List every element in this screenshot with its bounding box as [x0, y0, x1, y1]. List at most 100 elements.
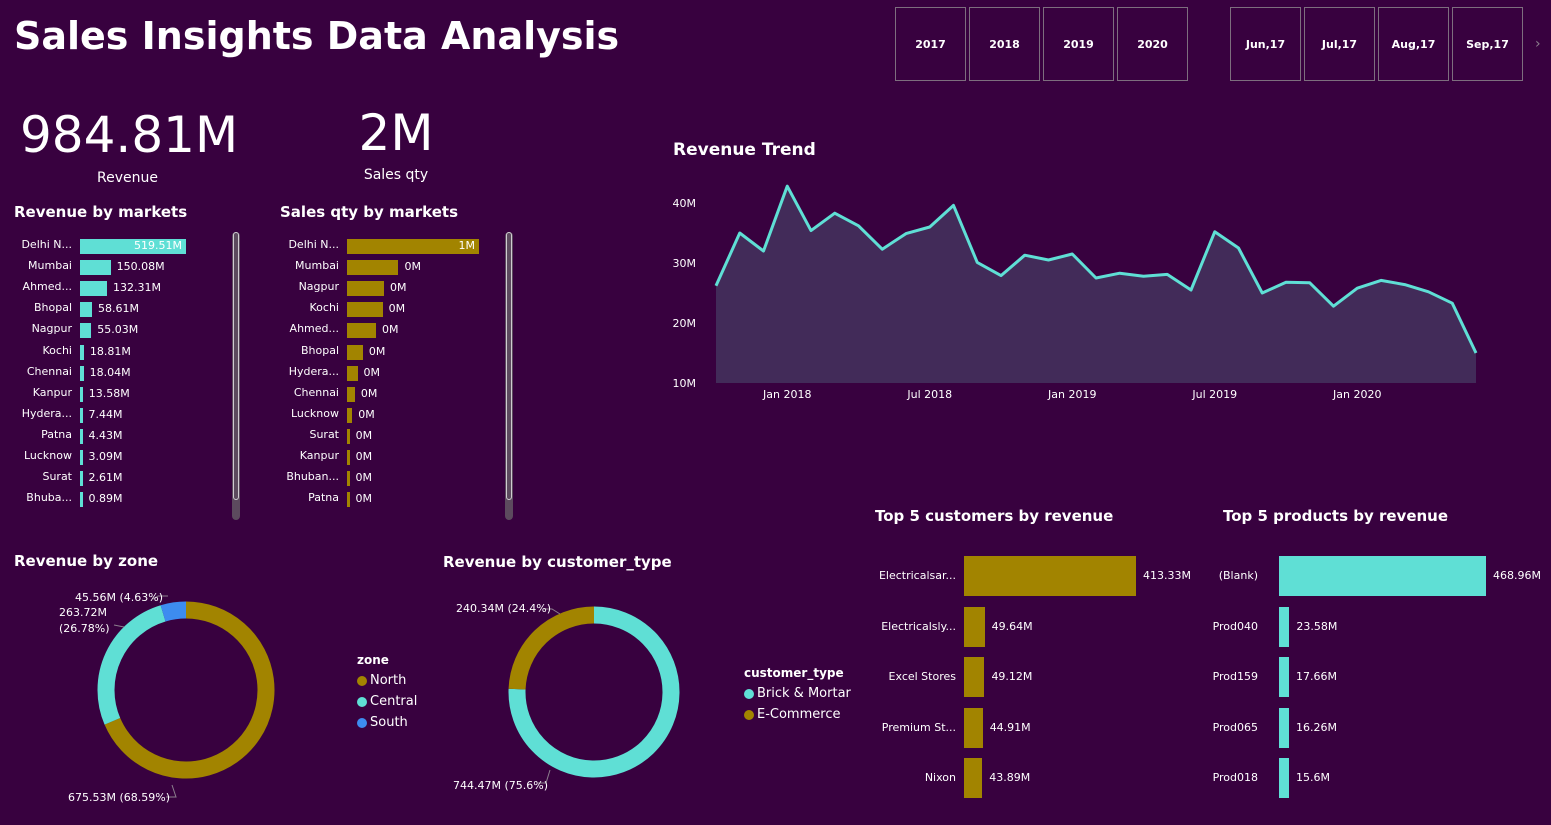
bar-value-label: 16.26M: [1296, 720, 1337, 734]
bar-row: Bhopal 58.61M: [0, 299, 240, 320]
bar-category-label: Kochi: [42, 343, 72, 357]
bar-category-label: Lucknow: [23, 449, 72, 462]
bar[interactable]: [347, 450, 350, 465]
bar-row: Surat 0M: [260, 426, 510, 447]
bar-value-label: 3.09M: [88, 450, 123, 463]
bar-row: Nagpur 0M: [260, 278, 510, 299]
bar-row: Bhuban... 0M: [260, 468, 510, 489]
bar-category-label: Surat: [42, 470, 72, 484]
bar[interactable]: [1279, 707, 1289, 748]
bar[interactable]: [347, 471, 350, 487]
bar[interactable]: [80, 302, 92, 318]
bar[interactable]: [964, 707, 983, 748]
bar-row: Surat 2.61M: [0, 468, 240, 489]
bar-category-label: Nagpur: [31, 322, 72, 336]
donut-slice-central[interactable]: [97, 605, 166, 725]
legend-item-central[interactable]: Central: [357, 694, 417, 709]
bar-row: Hydera... 7.44M: [0, 405, 240, 426]
bar[interactable]: [80, 428, 83, 444]
bar-category-label: Kanpur: [299, 449, 339, 462]
year-button-3[interactable]: 2020: [1117, 7, 1188, 81]
bar-category-label: Ahmed...: [289, 322, 339, 336]
bar-value-label: 44.91M: [989, 720, 1031, 734]
bar-value-label: 18.81M: [89, 344, 131, 358]
customer-type-legend-title: customer_type: [744, 666, 844, 680]
bar-value-label: 23.58M: [1296, 619, 1338, 633]
bar-row: Chennai 0M: [260, 384, 510, 405]
bar[interactable]: [347, 281, 384, 297]
sales-qty-scrollbar[interactable]: [505, 232, 513, 520]
bar[interactable]: [347, 492, 350, 508]
bar[interactable]: [964, 758, 983, 798]
month-button-0[interactable]: Jun,17: [1230, 7, 1301, 81]
chevron-right-icon[interactable]: ›: [1535, 36, 1541, 52]
scrollbar-thumb[interactable]: [506, 232, 512, 500]
donut-slice-south[interactable]: [160, 601, 187, 622]
qty-kpi-label: Sales qty: [363, 167, 429, 183]
year-button-2[interactable]: 2019: [1043, 7, 1114, 81]
legend-item-south[interactable]: South: [357, 715, 417, 730]
bar-category-label: (Blank): [1218, 569, 1258, 582]
scrollbar-thumb[interactable]: [233, 232, 239, 500]
bar[interactable]: [80, 492, 83, 508]
bar-category-label: Prod040: [1212, 619, 1258, 633]
bar[interactable]: [347, 428, 350, 444]
bar[interactable]: [347, 386, 355, 402]
bar[interactable]: [347, 302, 383, 318]
month-button-2[interactable]: Aug,17: [1378, 7, 1449, 81]
bar[interactable]: [964, 657, 985, 697]
bar-row: Mumbai 150.08M: [0, 257, 240, 278]
legend-label: Brick & Mortar: [757, 686, 851, 701]
year-button-1[interactable]: 2018: [969, 7, 1040, 81]
bar[interactable]: [964, 606, 985, 647]
bar[interactable]: [964, 556, 1136, 596]
revenue-by-markets-title: Revenue by markets: [14, 203, 188, 221]
bar-category-label: Hydera...: [21, 406, 72, 420]
legend-item-north[interactable]: North: [357, 673, 417, 688]
y-tick-label: 40M: [673, 197, 697, 210]
bar-value-label: 0M: [404, 260, 421, 274]
y-tick-label: 20M: [673, 317, 697, 330]
top5-customers-chart: Electricalsar... 413.33M Electricalsly... 4…: [860, 545, 1205, 810]
bar[interactable]: [347, 260, 399, 276]
bar-category-label: Mumbai: [28, 259, 72, 273]
bar[interactable]: [80, 471, 83, 487]
year-button-0[interactable]: 2017: [895, 7, 966, 81]
bar[interactable]: [80, 281, 107, 297]
bar[interactable]: [347, 323, 377, 339]
bar-value-label: 1M: [458, 239, 476, 252]
bar[interactable]: [80, 407, 83, 423]
legend-item-e-commerce[interactable]: E-Commerce: [744, 707, 851, 722]
month-button-1[interactable]: Jul,17: [1304, 7, 1375, 81]
bar[interactable]: [347, 344, 363, 360]
bar-value-label: 0M: [363, 365, 381, 379]
bar-value-label: 13.58M: [88, 386, 130, 400]
bar[interactable]: [1279, 657, 1289, 697]
bar[interactable]: [80, 365, 84, 381]
month-button-3[interactable]: Sep,17: [1452, 7, 1523, 81]
bar[interactable]: [347, 365, 358, 381]
bar[interactable]: [80, 450, 83, 465]
legend-item-brick-mortar[interactable]: Brick & Mortar: [744, 686, 851, 701]
bar[interactable]: [1279, 556, 1486, 596]
bar-category-label: Bhuba...: [26, 491, 72, 505]
bar[interactable]: [80, 323, 92, 339]
month-slicer: Jun,17 Jul,17 Aug,17 Sep,17: [1230, 7, 1526, 81]
bar-row: Kochi 18.81M: [0, 342, 240, 363]
bar-row: Lucknow 3.09M: [0, 447, 240, 468]
bar-value-label: 413.33M: [1143, 569, 1191, 582]
bar[interactable]: [347, 407, 353, 423]
bar[interactable]: [80, 386, 83, 402]
bar-category-label: Prod018: [1212, 771, 1258, 784]
bar-category-label: Electricalsar...: [878, 569, 956, 582]
bar-row: Lucknow 0M: [260, 405, 510, 426]
revenue-markets-scrollbar[interactable]: [232, 232, 240, 520]
x-tick-label: Jan 2019: [1047, 388, 1096, 401]
zone-legend: zone North Central South: [357, 653, 417, 730]
bar[interactable]: [1279, 758, 1289, 798]
bar[interactable]: [80, 260, 111, 276]
bar-value-label: 7.44M: [88, 407, 123, 421]
bar[interactable]: [1279, 606, 1290, 647]
donut-slice-e-commerce[interactable]: [508, 606, 595, 690]
bar[interactable]: [80, 344, 84, 360]
